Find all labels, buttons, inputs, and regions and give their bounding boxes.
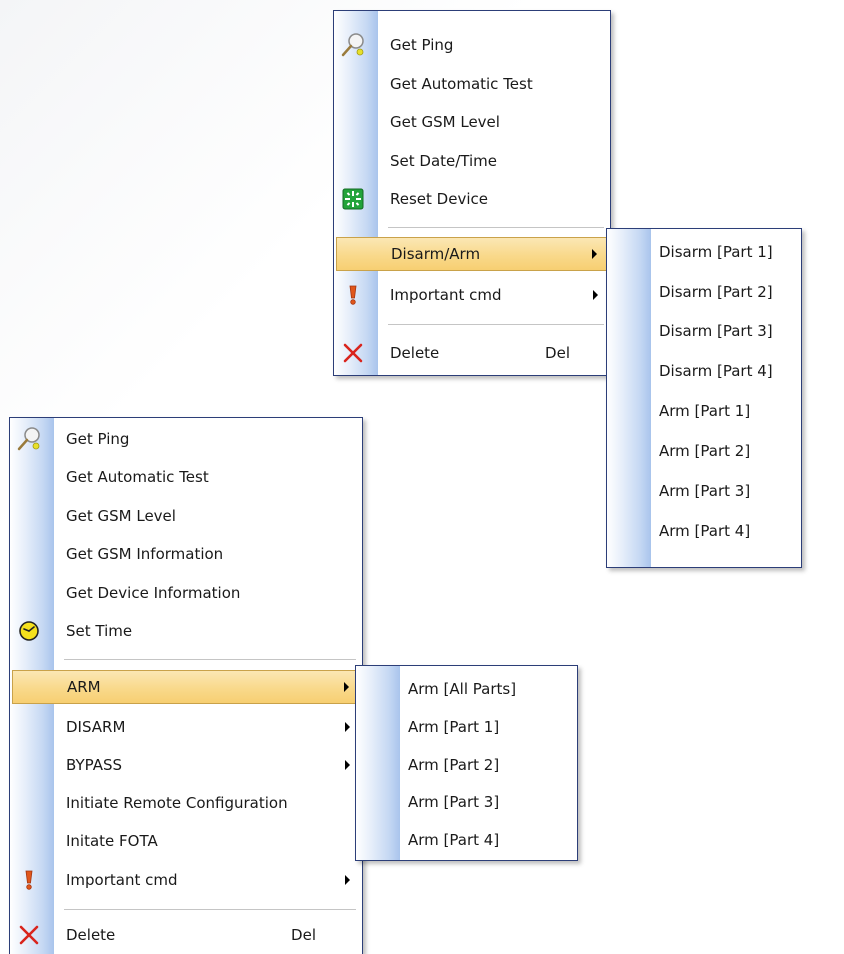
exclamation-icon <box>340 282 366 308</box>
menu-item-label: Important cmd <box>390 286 502 304</box>
menu-item-label: Get Automatic Test <box>390 75 533 93</box>
menu-item-reset-device[interactable]: Reset Device <box>336 182 608 216</box>
submenu-item[interactable]: Arm [Part 1] <box>609 394 799 428</box>
submenu-disarm-arm: Disarm [Part 1] Disarm [Part 2] Disarm [… <box>606 228 802 568</box>
menu-item-disarm[interactable]: DISARM <box>12 710 360 744</box>
submenu-arrow-icon <box>592 249 597 259</box>
menu-item-get-gsm-level[interactable]: Get GSM Level <box>336 105 608 139</box>
submenu-item[interactable]: Arm [All Parts] <box>358 672 575 706</box>
menu-item-label: Delete <box>390 344 440 362</box>
menu-item-label: BYPASS <box>66 756 123 774</box>
submenu-item-label: Disarm [Part 2] <box>659 283 773 301</box>
menu-separator <box>388 324 604 325</box>
submenu-item[interactable]: Disarm [Part 2] <box>609 275 799 309</box>
submenu-item-label: Arm [Part 3] <box>659 482 751 500</box>
menu-item-label: Get Automatic Test <box>66 468 209 486</box>
menu-item-label: Get Ping <box>390 36 454 54</box>
menu-item-label: Set Time <box>66 622 133 640</box>
submenu-item-label: Disarm [Part 1] <box>659 243 773 261</box>
menu-item-disarm-arm[interactable]: Disarm/Arm <box>336 237 608 271</box>
submenu-item-label: Arm [Part 3] <box>408 793 500 811</box>
submenu-arrow-icon <box>344 682 349 692</box>
menu-item-label: Get GSM Level <box>66 507 176 525</box>
submenu-item[interactable]: Disarm [Part 3] <box>609 314 799 348</box>
reset-icon <box>340 186 366 212</box>
menu-item-label: Reset Device <box>390 190 488 208</box>
submenu-item[interactable]: Arm [Part 4] <box>609 514 799 548</box>
menu-item-label: Get GSM Level <box>390 113 500 131</box>
context-menu-bottom: Get Ping Get Automatic Test Get GSM Leve… <box>9 417 363 954</box>
clock-icon <box>16 618 42 644</box>
menu-item-get-automatic-test[interactable]: Get Automatic Test <box>12 460 360 494</box>
submenu-arm: Arm [All Parts] Arm [Part 1] Arm [Part 2… <box>355 665 578 861</box>
menu-separator <box>64 909 356 910</box>
context-menu-top: Get Ping Get Automatic Test Get GSM Leve… <box>333 10 611 376</box>
submenu-arrow-icon <box>345 875 350 885</box>
submenu-item-label: Arm [Part 2] <box>408 756 500 774</box>
racket-icon <box>340 32 366 58</box>
menu-item-important-cmd[interactable]: Important cmd <box>12 863 360 897</box>
menu-item-label: Get Ping <box>66 430 130 448</box>
menu-item-label: Delete <box>66 926 116 944</box>
submenu-item-label: Arm [All Parts] <box>408 680 517 698</box>
submenu-item-label: Arm [Part 4] <box>408 831 500 849</box>
submenu-item[interactable]: Disarm [Part 4] <box>609 354 799 388</box>
submenu-item[interactable]: Arm [Part 4] <box>358 823 575 857</box>
submenu-arrow-icon <box>345 760 350 770</box>
menu-item-important-cmd[interactable]: Important cmd <box>336 278 608 312</box>
submenu-item[interactable]: Arm [Part 3] <box>358 785 575 819</box>
menu-item-get-ping[interactable]: Get Ping <box>336 28 608 62</box>
menu-item-get-device-information[interactable]: Get Device Information <box>12 576 360 610</box>
menu-item-label: DISARM <box>66 718 126 736</box>
menu-item-delete[interactable]: Delete Del <box>12 918 360 952</box>
menu-item-get-ping[interactable]: Get Ping <box>12 422 360 456</box>
menu-item-get-automatic-test[interactable]: Get Automatic Test <box>336 67 608 101</box>
menu-item-initiate-fota[interactable]: Initate FOTA <box>12 824 360 858</box>
menu-item-delete[interactable]: Delete Del <box>336 336 608 370</box>
menu-item-initiate-remote-configuration[interactable]: Initiate Remote Configuration <box>12 786 360 820</box>
submenu-item-label: Arm [Part 1] <box>408 718 500 736</box>
submenu-item-label: Disarm [Part 4] <box>659 362 773 380</box>
delete-x-icon <box>340 340 366 366</box>
menu-item-label: Initate FOTA <box>66 832 158 850</box>
menu-item-label: Important cmd <box>66 871 178 889</box>
menu-item-label: ARM <box>67 678 101 696</box>
menu-item-label: Get GSM Information <box>66 545 224 563</box>
submenu-arrow-icon <box>593 290 598 300</box>
exclamation-icon <box>16 867 42 893</box>
menu-separator <box>388 227 604 228</box>
menu-separator <box>64 659 356 660</box>
menu-item-label: Disarm/Arm <box>391 245 481 263</box>
submenu-item-label: Arm [Part 1] <box>659 402 751 420</box>
menu-item-label: Get Device Information <box>66 584 241 602</box>
menu-item-get-gsm-information[interactable]: Get GSM Information <box>12 537 360 571</box>
submenu-item[interactable]: Arm [Part 1] <box>358 710 575 744</box>
submenu-arrow-icon <box>345 722 350 732</box>
menu-item-get-gsm-level[interactable]: Get GSM Level <box>12 499 360 533</box>
menu-item-bypass[interactable]: BYPASS <box>12 748 360 782</box>
submenu-item-label: Arm [Part 4] <box>659 522 751 540</box>
racket-icon <box>16 426 42 452</box>
submenu-item[interactable]: Arm [Part 3] <box>609 474 799 508</box>
menu-item-arm[interactable]: ARM <box>12 670 360 704</box>
submenu-item[interactable]: Arm [Part 2] <box>609 434 799 468</box>
menu-item-set-time[interactable]: Set Time <box>12 614 360 648</box>
menu-item-shortcut: Del <box>291 926 316 944</box>
menu-item-shortcut: Del <box>545 344 570 362</box>
submenu-item-label: Disarm [Part 3] <box>659 322 773 340</box>
menu-item-label: Set Date/Time <box>390 152 498 170</box>
submenu-item-label: Arm [Part 2] <box>659 442 751 460</box>
submenu-item[interactable]: Disarm [Part 1] <box>609 235 799 269</box>
delete-x-icon <box>16 922 42 948</box>
menu-item-label: Initiate Remote Configuration <box>66 794 288 812</box>
submenu-item[interactable]: Arm [Part 2] <box>358 748 575 782</box>
menu-item-set-date-time[interactable]: Set Date/Time <box>336 144 608 178</box>
